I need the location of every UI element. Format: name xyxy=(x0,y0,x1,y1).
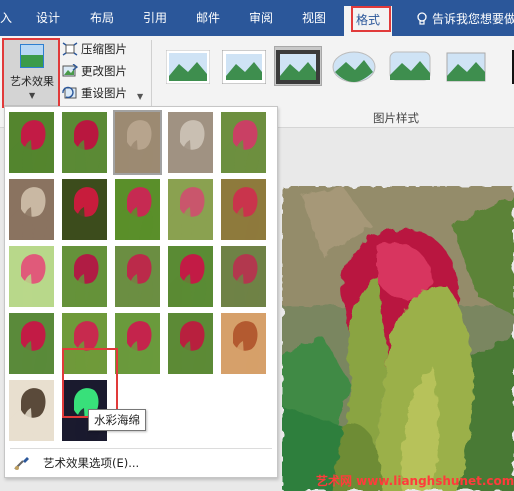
chevron-down-icon[interactable]: ▼ xyxy=(137,92,143,101)
lightbulb-icon xyxy=(417,12,427,25)
compress-icon xyxy=(62,42,78,56)
gallery-separator xyxy=(10,448,272,449)
effect-glass[interactable] xyxy=(168,246,213,307)
tab-insert-cut[interactable]: 入 xyxy=(0,10,12,26)
tab-design[interactable]: 设计 xyxy=(36,10,60,26)
format-tab-highlight xyxy=(351,6,391,32)
change-picture-icon xyxy=(62,64,78,77)
effect-pencil-grayscale[interactable] xyxy=(62,112,107,173)
effect-mosaic-bubbles[interactable] xyxy=(9,246,54,307)
effect-photocopy[interactable] xyxy=(9,380,54,441)
effect-watercolor-sponge[interactable] xyxy=(62,246,107,307)
compress-label: 压缩图片 xyxy=(81,42,127,56)
picture-styles-group-label: 图片样式 xyxy=(373,111,419,125)
artistic-effects-options-label: 艺术效果选项(E)... xyxy=(43,456,140,470)
picture-style-6[interactable] xyxy=(444,50,488,84)
tell-me-text: 告诉我您想要做 xyxy=(432,12,514,26)
picture-style-4[interactable] xyxy=(332,50,376,84)
reset-label: 重设图片 xyxy=(81,86,127,100)
effect-blur[interactable] xyxy=(168,179,213,240)
effect-tooltip: 水彩海绵 xyxy=(88,409,146,431)
picture-style-1[interactable] xyxy=(166,50,210,84)
picture-style-3[interactable] xyxy=(276,50,320,84)
effect-cement[interactable] xyxy=(221,246,266,307)
reset-picture-icon xyxy=(62,86,77,99)
artistic-effects-gallery: 水彩海绵 艺术效果选项(E)... xyxy=(4,106,278,478)
effect-paint-brush[interactable] xyxy=(62,179,107,240)
tab-review[interactable]: 审阅 xyxy=(249,10,273,26)
ribbon-tab-bar: 入 设计 布局 引用 邮件 审阅 视图 格式 告诉我您想要做 xyxy=(0,0,514,36)
change-picture-button[interactable]: 更改图片 xyxy=(62,62,146,80)
paintbrush-icon xyxy=(14,457,29,470)
tab-layout[interactable]: 布局 xyxy=(90,10,114,26)
compress-pictures-button[interactable]: 压缩图片 xyxy=(62,40,146,58)
change-label: 更改图片 xyxy=(81,64,127,78)
effect-film-grain[interactable] xyxy=(115,246,160,307)
effect-glow-diffused[interactable] xyxy=(115,179,160,240)
effect-line-drawing[interactable] xyxy=(168,112,213,173)
tab-mailings[interactable]: 邮件 xyxy=(196,10,220,26)
artistic-effects-options[interactable]: 艺术效果选项(E)... xyxy=(11,453,273,473)
watermark-text: 艺术网 www.lianghshunet.com xyxy=(316,474,514,488)
rose-bud-photo[interactable] xyxy=(282,186,514,491)
effect-texturizer[interactable] xyxy=(9,313,54,374)
effect-plastic-wrap[interactable] xyxy=(168,313,213,374)
tab-view[interactable]: 视图 xyxy=(302,10,326,26)
effect-light-screen[interactable] xyxy=(221,179,266,240)
effect-cutout[interactable] xyxy=(221,313,266,374)
hover-highlight xyxy=(62,348,118,418)
effect-none[interactable] xyxy=(9,112,54,173)
ribbon-separator xyxy=(151,40,152,112)
effect-paint-strokes[interactable] xyxy=(9,179,54,240)
picture-style-2[interactable] xyxy=(222,50,266,84)
reset-picture-button[interactable]: 重设图片 xyxy=(62,84,146,102)
tab-references[interactable]: 引用 xyxy=(143,10,167,26)
picture-style-7[interactable] xyxy=(498,50,514,84)
picture-style-5[interactable] xyxy=(388,50,432,84)
effect-pastels-smooth[interactable] xyxy=(115,313,160,374)
artistic-effects-highlight xyxy=(2,38,60,108)
effect-chalk-sketch[interactable] xyxy=(221,112,266,173)
effect-pencil-sketch[interactable] xyxy=(113,110,162,175)
